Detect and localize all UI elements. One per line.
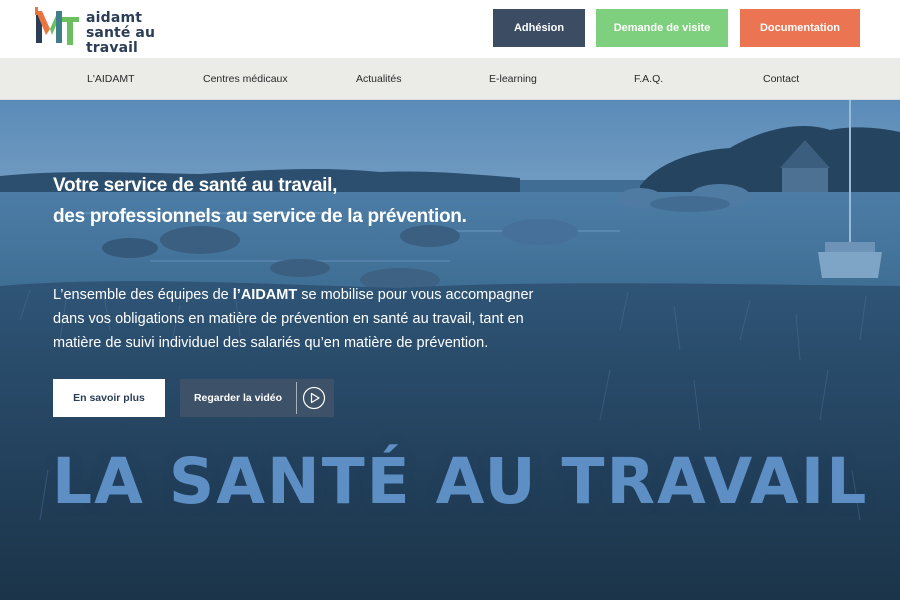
- nav-item-centres[interactable]: Centres médicaux: [203, 58, 288, 100]
- hero-text-line1-a: L’ensemble des équipes de: [53, 287, 233, 303]
- documentation-button[interactable]: Documentation: [740, 9, 860, 47]
- hero-title-line2: des professionnels au service de la prév…: [53, 206, 467, 227]
- hero-text-line3: matière de suivi individuel des salariés…: [53, 335, 489, 351]
- watch-video-button[interactable]: Regarder la vidéo: [180, 379, 334, 417]
- button-divider: [296, 382, 297, 414]
- site-logo[interactable]: aidamt santé au travail: [34, 5, 204, 56]
- nav-item-contact[interactable]: Contact: [763, 58, 799, 100]
- play-circle-icon: [302, 386, 326, 410]
- nav-item-elearning[interactable]: E-learning: [489, 58, 537, 100]
- nav-item-aidamt[interactable]: L'AIDAMT: [87, 58, 135, 100]
- hero-banner: Votre service de santé au travail, des p…: [0, 100, 900, 600]
- logo-mark-icon: [35, 7, 79, 45]
- adhesion-button[interactable]: Adhésion: [493, 9, 585, 47]
- logo-name-line1: aidamt: [86, 10, 143, 26]
- hero-text-line1-c: se mobilise pour vous accompagner: [297, 287, 534, 303]
- logo-wordmark: aidamt santé au travail: [86, 11, 204, 56]
- hero-title: Votre service de santé au travail, des p…: [53, 170, 467, 232]
- main-nav: L'AIDAMT Centres médicaux Actualités E-l…: [0, 58, 900, 100]
- watch-video-label: Regarder la vidéo: [193, 392, 283, 404]
- nav-item-actualites[interactable]: Actualités: [356, 58, 402, 100]
- learn-more-button[interactable]: En savoir plus: [53, 379, 165, 417]
- hero-description: L’ensemble des équipes de l’AIDAMT se mo…: [53, 283, 563, 355]
- visit-request-button[interactable]: Demande de visite: [596, 9, 728, 47]
- site-header: aidamt santé au travail Adhésion Demande…: [0, 0, 900, 58]
- nav-item-faq[interactable]: F.A.Q.: [634, 58, 663, 100]
- hero-text-brand: l’AIDAMT: [232, 287, 298, 303]
- logo-name-line2: santé au travail: [86, 25, 156, 56]
- hero-text-line2: dans vos obligations en matière de préve…: [53, 311, 524, 327]
- hero-text-line1: L’ensemble des équipes de l’AIDAMT se mo…: [53, 283, 563, 307]
- hero-tagline: LA SANTÉ AU TRAVAIL: [52, 445, 869, 518]
- hero-title-line1: Votre service de santé au travail,: [53, 175, 338, 196]
